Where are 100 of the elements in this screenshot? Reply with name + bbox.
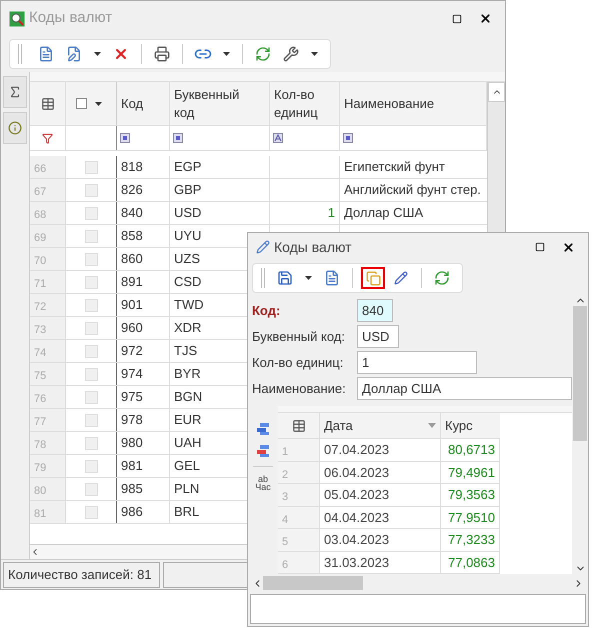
sort-icon[interactable] <box>428 423 436 428</box>
filter-square-icon[interactable] <box>343 133 353 143</box>
table-cell-text: UYU <box>174 227 202 246</box>
row-number: 70 <box>34 255 46 267</box>
column-header[interactable]: Дата <box>320 413 441 438</box>
marker-icon <box>394 271 408 285</box>
select-all-checkbox[interactable] <box>76 98 87 109</box>
format-button[interactable]: ab Час <box>255 475 271 491</box>
table-cell-text: GEL <box>174 457 200 476</box>
table-cell-text: UZS <box>174 250 200 268</box>
row-number: 72 <box>34 301 46 313</box>
table-cell-text: 978 <box>121 411 143 430</box>
window-title: Коды валют <box>29 8 112 28</box>
row-number: 79 <box>34 462 46 474</box>
table-cell-text: 79,4961 <box>448 464 495 482</box>
edit-document-icon <box>66 46 82 62</box>
row-number: 78 <box>34 439 46 451</box>
table-cell-text: USD <box>174 204 202 222</box>
table-cell-text: 960 <box>121 319 143 338</box>
maximize-icon <box>535 242 545 252</box>
checkbox[interactable] <box>84 230 98 242</box>
input-field[interactable]: 1 <box>357 351 477 374</box>
table-cell-text: 826 <box>121 181 143 200</box>
table-cell-text: 77,3233 <box>448 531 495 549</box>
checkbox[interactable] <box>84 298 98 312</box>
checkbox[interactable] <box>84 184 98 196</box>
column-header[interactable]: Кол-во единиц <box>270 82 340 125</box>
info-button[interactable] <box>3 112 27 144</box>
sum-button[interactable] <box>3 76 27 108</box>
caret-icon[interactable] <box>305 276 312 280</box>
table-cell-text: PLN <box>174 480 200 498</box>
grid-icon[interactable] <box>40 96 54 110</box>
table-cell-text: 03.04.2023 <box>324 531 390 549</box>
row-number: 6 <box>282 558 288 570</box>
filter-square-icon[interactable] <box>173 133 183 143</box>
checkbox[interactable] <box>84 160 98 174</box>
table-cell-text: 985 <box>121 480 143 498</box>
table-cell-text: 05.04.2023 <box>324 486 390 504</box>
table-cell-text: 77,0863 <box>448 554 495 572</box>
table-cell-text: 972 <box>121 342 143 360</box>
table-cell-text: 891 <box>121 273 143 292</box>
grid-icon[interactable] <box>292 418 306 433</box>
table-cell-text: 06.04.2023 <box>324 464 390 482</box>
checkbox[interactable] <box>84 414 98 426</box>
table-cell-text: XDR <box>174 319 202 338</box>
checkbox[interactable] <box>84 276 98 288</box>
table-cell-text: 31.03.2023 <box>324 554 390 572</box>
checkbox[interactable] <box>84 436 98 450</box>
column-header[interactable]: Курс <box>441 413 500 438</box>
table-cell-text: 818 <box>121 158 143 176</box>
field-label: Кол-во единиц: <box>252 354 344 372</box>
caret-icon[interactable] <box>311 52 318 56</box>
checkbox[interactable] <box>84 252 98 266</box>
tree-icon[interactable] <box>256 444 270 458</box>
text-filter-icon[interactable] <box>273 133 283 143</box>
table-cell-text: 986 <box>121 503 143 522</box>
column-header[interactable]: Код <box>117 82 170 125</box>
row-number: 73 <box>34 324 46 336</box>
input-field[interactable]: USD <box>357 325 399 348</box>
filter-square-icon[interactable] <box>120 133 130 143</box>
table-cell-text: 77,9510 <box>448 508 495 526</box>
delete-icon <box>113 46 129 62</box>
row-number: 74 <box>34 347 46 359</box>
new-document-icon <box>324 270 340 286</box>
table-cell-text: CSD <box>174 273 202 292</box>
caret-icon[interactable] <box>95 102 102 106</box>
checkbox[interactable] <box>84 506 98 518</box>
table-cell-text: BRL <box>174 503 200 522</box>
checkbox[interactable] <box>84 460 98 472</box>
scroll-thumb[interactable] <box>573 306 587 441</box>
checkbox[interactable] <box>84 390 98 404</box>
table-cell-text: UAH <box>174 434 202 452</box>
maximize-icon <box>452 14 462 24</box>
table-cell-text: 79,3563 <box>448 486 495 504</box>
row-number: 2 <box>282 468 288 480</box>
table-cell-text: GBP <box>174 181 202 200</box>
row-number: 77 <box>34 416 46 428</box>
tree-icon[interactable] <box>256 422 270 436</box>
close-icon <box>562 240 574 254</box>
row-number: 81 <box>34 508 46 520</box>
cards-button[interactable] <box>361 267 385 289</box>
magnifier-icon <box>9 10 25 26</box>
column-header[interactable]: Буквенный код <box>170 82 270 125</box>
checkbox[interactable] <box>84 482 98 496</box>
new-document-icon <box>38 46 54 62</box>
caret-icon[interactable] <box>223 52 230 56</box>
row-number: 67 <box>34 186 46 198</box>
table-cell-text: TWD <box>174 296 204 314</box>
clear-filter-icon[interactable] <box>42 132 53 144</box>
row-number: 71 <box>34 278 46 290</box>
checkbox[interactable] <box>84 206 98 220</box>
scroll-thumb[interactable] <box>263 576 363 590</box>
table-cell-text: BYR <box>174 365 201 384</box>
checkbox[interactable] <box>84 344 98 358</box>
checkbox[interactable] <box>84 322 98 334</box>
input-field[interactable]: Доллар США <box>357 377 572 400</box>
input-field[interactable]: 840 <box>357 299 393 322</box>
table-cell-text: 1 <box>328 204 335 222</box>
caret-icon[interactable] <box>94 52 101 56</box>
checkbox[interactable] <box>84 368 98 380</box>
